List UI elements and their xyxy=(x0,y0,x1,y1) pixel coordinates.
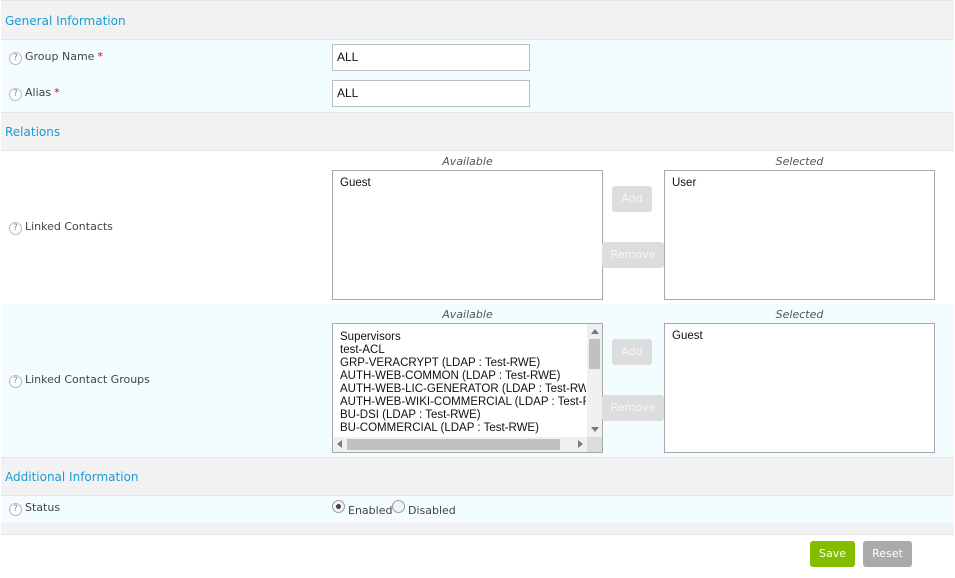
available-items: Guest xyxy=(333,177,586,190)
status-enabled-radio[interactable] xyxy=(332,500,345,513)
vertical-scrollbar[interactable] xyxy=(587,324,602,437)
list-item[interactable]: Supervisors xyxy=(333,331,586,344)
scroll-up-arrow-icon[interactable] xyxy=(591,329,599,334)
scrollbar-corner xyxy=(587,437,602,452)
section-title-additional: Additional Information xyxy=(5,470,139,484)
status-enabled-label[interactable]: Enabled xyxy=(348,504,392,518)
section-title-relations: Relations xyxy=(5,125,61,139)
list-item[interactable]: GRP-VERACRYPT (LDAP : Test-RWE) xyxy=(333,357,586,370)
reset-button[interactable]: Reset xyxy=(863,541,912,567)
linked-contact-groups-selected-list[interactable]: Guest xyxy=(664,323,935,453)
list-item[interactable]: Guest xyxy=(665,330,918,343)
question-circle-icon[interactable]: ? xyxy=(9,52,22,65)
horizontal-scrollbar[interactable] xyxy=(333,437,587,452)
question-circle-icon[interactable]: ? xyxy=(9,222,22,235)
question-circle-icon[interactable]: ? xyxy=(9,375,22,388)
linked-contact-groups-label: Linked Contact Groups xyxy=(25,373,150,386)
list-item[interactable]: User xyxy=(665,177,918,190)
section-general-information: General Information xyxy=(1,0,954,40)
row-linked-contact-groups: ? Linked Contact Groups Available Superv… xyxy=(1,304,954,457)
alias-input[interactable]: ALL xyxy=(332,80,530,107)
scroll-down-arrow-icon[interactable] xyxy=(591,427,599,432)
row-status: ? Status Enabled Disabled xyxy=(1,496,954,523)
remove-group-button[interactable]: Remove xyxy=(602,395,664,421)
save-button[interactable]: Save xyxy=(810,541,855,567)
list-item[interactable]: AUTH-WEB-COMMON (LDAP : Test-RWE) xyxy=(333,370,586,383)
list-item[interactable]: AUTH-WEB-WIKI-COMMERCIAL (LDAP : Test-RW… xyxy=(333,396,586,409)
add-group-button[interactable]: Add xyxy=(612,339,652,365)
question-circle-icon[interactable]: ? xyxy=(9,88,22,101)
required-marker: * xyxy=(54,86,60,99)
status-disabled-label[interactable]: Disabled xyxy=(408,504,456,518)
section-relations: Relations xyxy=(1,112,954,151)
row-alias: ? Alias * ALL xyxy=(1,76,954,112)
status-disabled-radio[interactable] xyxy=(392,500,405,513)
list-item[interactable]: AUTH-WEB-LIC-GENERATOR (LDAP : Test-RWE) xyxy=(333,383,586,396)
form-footer-divider xyxy=(1,523,954,535)
linked-contacts-selected-list[interactable]: User xyxy=(664,170,935,300)
selected-header: Selected xyxy=(775,308,824,321)
add-contact-button[interactable]: Add xyxy=(612,186,652,212)
list-item[interactable]: Guest xyxy=(333,177,586,190)
scroll-left-arrow-icon[interactable] xyxy=(337,440,342,448)
linked-contacts-label: Linked Contacts xyxy=(25,220,113,233)
section-additional-information: Additional Information xyxy=(1,457,954,496)
selected-header: Selected xyxy=(775,155,824,168)
list-item[interactable]: BU-DSI (LDAP : Test-RWE) xyxy=(333,409,586,422)
scroll-thumb[interactable] xyxy=(589,339,600,369)
section-title-general: General Information xyxy=(5,14,126,28)
row-group-name: ? Group Name * ALL xyxy=(1,40,954,76)
list-item[interactable]: BU-COMMERCIAL (LDAP : Test-RWE) xyxy=(333,422,586,435)
selected-items: Guest xyxy=(665,330,918,343)
available-header: Available xyxy=(442,308,493,321)
scroll-thumb[interactable] xyxy=(347,439,560,450)
selected-items: User xyxy=(665,177,918,190)
group-name-label: Group Name * xyxy=(25,50,103,63)
alias-label: Alias * xyxy=(25,86,60,99)
group-name-input[interactable]: ALL xyxy=(332,44,530,71)
scroll-right-arrow-icon[interactable] xyxy=(578,440,583,448)
row-linked-contacts: ? Linked Contacts Available Guest Add Re… xyxy=(1,151,954,304)
status-label: Status xyxy=(25,501,61,514)
remove-contact-button[interactable]: Remove xyxy=(602,242,664,268)
linked-contacts-available-list[interactable]: Guest xyxy=(332,170,603,300)
question-circle-icon[interactable]: ? xyxy=(9,503,22,516)
available-header: Available xyxy=(442,155,493,168)
linked-contact-groups-available-list[interactable]: Supervisors test-ACL GRP-VERACRYPT (LDAP… xyxy=(332,323,603,453)
available-items: Supervisors test-ACL GRP-VERACRYPT (LDAP… xyxy=(333,331,586,435)
list-item[interactable]: test-ACL xyxy=(333,344,586,357)
required-marker: * xyxy=(97,50,103,63)
